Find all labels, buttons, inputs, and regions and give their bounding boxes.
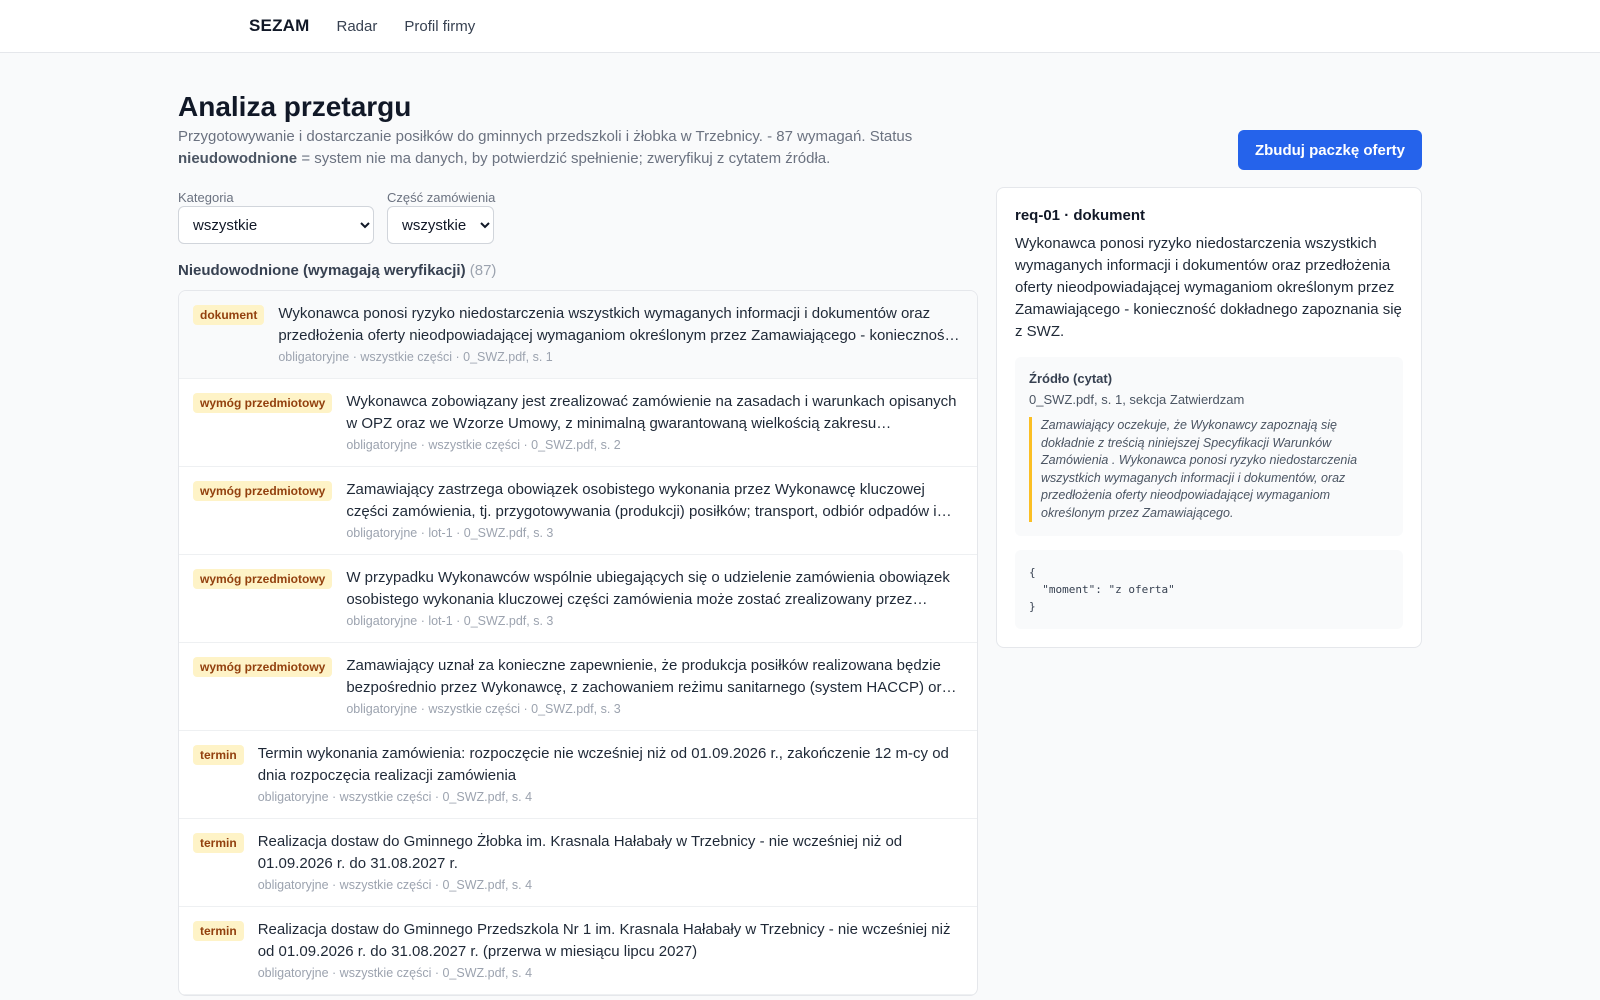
requirement-row[interactable]: termin Termin wykonania zamówienia: rozp…	[179, 731, 977, 819]
top-navigation: SEZAM Radar Profil firmy	[0, 0, 1600, 53]
section-count: (87)	[469, 262, 497, 279]
requirement-body: Wykonawca zobowiązany jest zrealizować z…	[346, 391, 963, 452]
requirement-detail-panel: req-01 · dokument Wykonawca ponosi ryzyk…	[996, 187, 1422, 648]
requirement-row[interactable]: wymóg przedmiotowy W przypadku Wykonawcó…	[179, 555, 977, 643]
part-select[interactable]: wszystkie	[387, 206, 494, 244]
requirement-meta: obligatoryjne · wszystkie części · 0_SWZ…	[257, 790, 533, 804]
requirements-list: dokument Wykonawca ponosi ryzyko niedost…	[178, 290, 978, 996]
requirement-row[interactable]: termin Realizacja dostaw do Gminnego Żło…	[179, 819, 977, 907]
category-select[interactable]: wszystkie	[178, 206, 374, 244]
requirement-row[interactable]: wymóg przedmiotowy Wykonawca zobowiązany…	[179, 379, 977, 467]
build-offer-button[interactable]: Zbuduj paczkę oferty	[1238, 130, 1422, 170]
category-badge: termin	[193, 745, 244, 765]
requirement-body: Realizacja dostaw do Gminnego Żłobka im.…	[258, 831, 963, 892]
filter-part-label: Część zamówienia	[387, 190, 496, 205]
json-metadata: { "moment": "z oferta" }	[1015, 550, 1403, 629]
requirement-row[interactable]: dokument Wykonawca ponosi ryzyko niedost…	[179, 291, 977, 379]
requirement-text: Wykonawca zobowiązany jest zrealizować z…	[346, 393, 957, 432]
requirement-row[interactable]: termin Realizacja dostaw do Gminnego Prz…	[179, 907, 977, 995]
category-badge: wymóg przedmiotowy	[193, 657, 333, 677]
filter-part: Część zamówienia wszystkie	[387, 190, 495, 244]
requirement-text: Realizacja dostaw do Gminnego Przedszkol…	[257, 921, 951, 960]
requirement-meta: obligatoryjne · wszystkie części · 0_SWZ…	[257, 966, 533, 980]
requirement-meta: obligatoryjne · lot-1 · 0_SWZ.pdf, s. 3	[346, 614, 554, 628]
source-quote: Zamawiający oczekuje, że Wykonawcy zapoz…	[1029, 417, 1389, 522]
category-badge: wymóg przedmiotowy	[193, 393, 333, 413]
requirement-text: Zamawiający zastrzega obowiązek osobiste…	[346, 481, 937, 520]
desc-text-2: = system nie ma danych, by potwierdzić s…	[297, 150, 831, 167]
category-badge: dokument	[193, 305, 265, 325]
requirement-meta: obligatoryjne · wszystkie części · 0_SWZ…	[257, 878, 533, 892]
requirement-text: Realizacja dostaw do Gminnego Żłobka im.…	[257, 833, 903, 872]
requirement-meta: obligatoryjne · lot-1 · 0_SWZ.pdf, s. 3	[346, 526, 554, 540]
detail-text: Wykonawca ponosi ryzyko niedostarczenia …	[1015, 235, 1402, 340]
desc-status-bold: nieudowodnione	[178, 150, 298, 167]
desc-text-1: Przygotowywanie i dostarczanie posiłków …	[178, 128, 913, 145]
requirement-meta: obligatoryjne · wszystkie części · 0_SWZ…	[346, 438, 621, 452]
section-title: Nieudowodnione (wymagają weryfikacji)	[178, 262, 466, 279]
category-badge: termin	[193, 833, 244, 853]
requirement-row[interactable]: wymóg przedmiotowy Zamawiający zastrzega…	[179, 467, 977, 555]
filters-bar: Kategoria wszystkie Część zamówienia wsz…	[178, 190, 495, 244]
requirement-body: Wykonawca ponosi ryzyko niedostarczenia …	[278, 303, 963, 364]
source-box: Źródło (cytat) 0_SWZ.pdf, s. 1, sekcja Z…	[1015, 357, 1403, 536]
requirement-body: Realizacja dostaw do Gminnego Przedszkol…	[258, 919, 963, 980]
brand-logo[interactable]: SEZAM	[249, 16, 310, 36]
requirement-text: Zamawiający uznał za konieczne zapewnien…	[346, 657, 958, 696]
filter-category-label: Kategoria	[178, 190, 234, 205]
requirement-text: Wykonawca ponosi ryzyko niedostarczenia …	[278, 305, 953, 344]
requirement-body: Zamawiający zastrzega obowiązek osobiste…	[346, 479, 963, 540]
section-heading: Nieudowodnione (wymagają weryfikacji) (8…	[178, 262, 496, 279]
category-badge: wymóg przedmiotowy	[193, 569, 333, 589]
requirement-body: Termin wykonania zamówienia: rozpoczęcie…	[258, 743, 963, 804]
source-reference: 0_SWZ.pdf, s. 1, sekcja Zatwierdzam	[1029, 392, 1245, 407]
requirement-meta: obligatoryjne · wszystkie części · 0_SWZ…	[278, 350, 553, 364]
requirement-text: W przypadku Wykonawców wspólnie ubiegają…	[346, 569, 950, 608]
nav-link-radar[interactable]: Radar	[337, 18, 378, 35]
requirement-meta: obligatoryjne · wszystkie części · 0_SWZ…	[346, 702, 621, 716]
page-description: Przygotowywanie i dostarczanie posiłków …	[178, 126, 948, 170]
requirement-body: Zamawiający uznał za konieczne zapewnien…	[346, 655, 963, 716]
source-title: Źródło (cytat)	[1029, 371, 1113, 386]
requirement-body: W przypadku Wykonawców wspólnie ubiegają…	[346, 567, 963, 628]
nav-link-profil-firmy[interactable]: Profil firmy	[404, 18, 475, 35]
requirement-row[interactable]: wymóg przedmiotowy Zamawiający uznał za …	[179, 643, 977, 731]
requirement-text: Termin wykonania zamówienia: rozpoczęcie…	[257, 745, 949, 784]
filter-category: Kategoria wszystkie	[178, 190, 374, 244]
category-badge: termin	[193, 921, 244, 941]
detail-id: req-01 · dokument	[1015, 207, 1146, 224]
category-badge: wymóg przedmiotowy	[193, 481, 333, 501]
page-title: Analiza przetargu	[178, 91, 412, 122]
